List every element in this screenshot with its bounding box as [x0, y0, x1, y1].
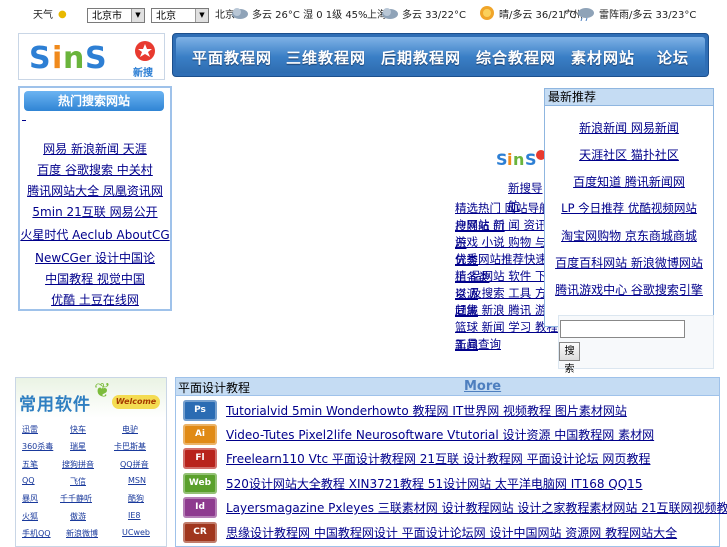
software-link[interactable]: 快车: [70, 424, 86, 435]
hot-search-panel: 热门搜索网站 网易 新浪新闻 天涯 百度 谷歌搜索 中关村 腾讯网站大全 凤凰资…: [18, 86, 172, 311]
hot-link-row[interactable]: 网易 新浪新闻 天涯: [20, 140, 170, 157]
nav-item-post[interactable]: 后期教程网: [381, 47, 461, 68]
nav-item-3d[interactable]: 三维教程网: [286, 47, 366, 68]
weather-text-2: 多云 33/22°C: [402, 10, 466, 21]
hot-link-row[interactable]: NewCGer 设计中国论: [20, 249, 170, 266]
main-nav: 平面教程网 三维教程网 后期教程网 综合教程网 素材网站 论坛: [172, 33, 709, 77]
software-link[interactable]: 火狐: [22, 511, 38, 522]
site-logo[interactable]: S i n S 新搜: [18, 33, 165, 80]
divider: [22, 120, 26, 121]
city-select-value: 北京: [156, 11, 176, 22]
tutorial-list-title: 平面设计教程: [178, 381, 251, 395]
tutorial-list-panel: 平面设计教程 More Ps Tutorialvid 5min Wonderho…: [175, 377, 727, 547]
recommend-link[interactable]: LP 今日推荐 优酷视频网站: [545, 200, 713, 216]
search-input[interactable]: [560, 320, 685, 338]
hot-search-title: 热门搜索网站: [24, 91, 164, 111]
software-link[interactable]: 手机QQ: [22, 528, 51, 539]
svg-text:S: S: [29, 41, 51, 76]
svg-text:n: n: [63, 41, 84, 76]
recommend-link[interactable]: 淘宝网购物 京东商城商城: [545, 227, 713, 244]
svg-text:S: S: [85, 41, 107, 76]
nav-background: 平面教程网 三维教程网 后期教程网 综合教程网 素材网站 论坛: [176, 37, 705, 73]
hot-link-row[interactable]: 腾讯网站大全 凤凰资讯网: [20, 182, 170, 199]
city-select[interactable]: 北京 ▼: [151, 8, 209, 23]
weather-label: 天气: [33, 10, 53, 21]
sinso-small-logo-icon: S i n S: [496, 150, 546, 169]
more-link[interactable]: More: [464, 379, 501, 394]
hot-link-row[interactable]: 火星时代 Aeclub AboutCG: [20, 226, 170, 243]
recommend-link[interactable]: 新浪新闻 网易新闻: [545, 119, 713, 136]
recommend-link[interactable]: 腾讯游戏中心 谷歌搜索引擎: [545, 281, 713, 298]
chevron-down-icon: ▼: [131, 9, 144, 22]
software-link[interactable]: QQ拼音: [120, 459, 149, 470]
weather-text-1: 多云 26°C 湿 0 1级 45%: [252, 10, 368, 21]
software-link[interactable]: 卡巴斯基: [114, 441, 146, 452]
svg-text:S: S: [525, 150, 537, 169]
hot-link-row[interactable]: 百度 谷歌搜索 中关村: [20, 161, 170, 178]
illustrator-icon: Ai: [183, 424, 217, 445]
software-link[interactable]: 暴风: [22, 493, 38, 504]
indesign-icon: Id: [183, 497, 217, 518]
tutorial-row[interactable]: Video-Tutes Pixel2life Neurosoftware Vtu…: [226, 426, 654, 443]
software-link[interactable]: 搜狗拼音: [62, 459, 94, 470]
svg-text:i: i: [507, 150, 512, 169]
software-title: 常用软件: [19, 395, 91, 415]
weather-text-4: 雷阵雨/多云 33/23°C: [599, 10, 697, 21]
tutorial-row[interactable]: Tutorialvid 5min Wonderhowto 教程网 IT世界网 视…: [226, 402, 627, 419]
nav-item-material[interactable]: 素材网站: [571, 47, 635, 68]
middle-logo: S i n S: [496, 145, 548, 173]
tutorial-row[interactable]: Freelearn110 Vtc 平面设计教程网 21互联 设计教程网 平面设计…: [226, 450, 650, 467]
svg-text:n: n: [513, 150, 524, 169]
welcome-badge: Welcome: [112, 395, 160, 409]
recommend-link[interactable]: 天涯社区 猫扑社区: [545, 146, 713, 163]
software-link[interactable]: 飞信: [70, 476, 86, 487]
nav-item-forum[interactable]: 论坛: [657, 47, 689, 68]
svg-text:S: S: [496, 150, 508, 169]
software-link[interactable]: IE8: [128, 511, 141, 520]
recommend-link[interactable]: 百度百科网站 新浪微博网站: [545, 254, 713, 271]
tutorial-row[interactable]: 520设计网站大全教程 XIN3721教程 51设计网站 太平洋电脑网 IT16…: [226, 475, 642, 492]
tutorial-list-header: 平面设计教程 More: [176, 378, 719, 396]
software-link[interactable]: 360杀毒: [22, 441, 53, 452]
tutorial-row[interactable]: 思缘设计教程网 中国教程网设计 平面设计论坛网 设计中国网站 资源网 教程网站大…: [226, 524, 677, 541]
cloudy-icon: [232, 8, 248, 19]
nav-item-graphic[interactable]: 平面教程网: [192, 47, 272, 68]
nav-item-general[interactable]: 综合教程网: [476, 47, 556, 68]
recommend-panel: 最新推荐 新浪新闻 网易新闻 天涯社区 猫扑社区 百度知道 腾讯新闻网 LP 今…: [544, 88, 714, 327]
software-link[interactable]: UCweb: [122, 528, 150, 537]
software-link[interactable]: 酷狗: [128, 493, 144, 504]
flash-icon: Fl: [183, 448, 217, 469]
software-link[interactable]: 五笔: [22, 459, 38, 470]
hot-link-row[interactable]: 5min 21互联 网易公开: [20, 203, 170, 220]
search-button[interactable]: 搜索: [559, 342, 580, 375]
tutorial-row[interactable]: Layersmagazine Pxleyes 三联素材网 设计教程网站 设计之家…: [226, 499, 727, 516]
recommend-link[interactable]: 百度知道 腾讯新闻网: [545, 173, 713, 190]
weather-bar: 天气 ● 北京市 ▼ 北京 ▼ 北京 多云 26°C 湿 0 1级 45% 上海…: [0, 0, 727, 30]
rain-icon: [578, 8, 594, 21]
coreldraw-icon: CR: [183, 522, 217, 543]
photoshop-icon: Ps: [183, 400, 217, 421]
province-select[interactable]: 北京市 ▼: [87, 8, 145, 23]
cloudy-icon: [382, 8, 398, 19]
software-link[interactable]: 新浪微博: [66, 528, 98, 539]
software-link[interactable]: 迅雷: [22, 424, 38, 435]
recommend-title: 最新推荐: [545, 89, 713, 106]
software-panel: 常用软件 Welcome ❦ 迅雷 快车 电驴 360杀毒 瑞星 卡巴斯基 五笔…: [15, 377, 167, 547]
software-link[interactable]: 电驴: [122, 424, 138, 435]
hot-link-row[interactable]: 优酷 土豆在线网: [20, 291, 170, 308]
logo-subtitle: 新搜: [133, 68, 153, 79]
software-link[interactable]: MSN: [128, 476, 146, 485]
software-link[interactable]: 傲游: [70, 511, 86, 522]
hot-link-row[interactable]: 中国教程 视觉中国: [20, 270, 170, 287]
software-link[interactable]: 千千静听: [60, 493, 92, 504]
bulb-icon: ●: [58, 9, 67, 20]
province-select-value: 北京市: [92, 11, 122, 22]
software-link[interactable]: 瑞星: [70, 441, 86, 452]
sunny-icon: [480, 6, 494, 20]
svg-text:i: i: [52, 41, 62, 76]
chevron-down-icon: ▼: [195, 9, 208, 22]
web-icon: Web: [183, 473, 217, 494]
butterfly-icon: ❦: [94, 378, 111, 402]
software-link[interactable]: QQ: [22, 476, 35, 485]
